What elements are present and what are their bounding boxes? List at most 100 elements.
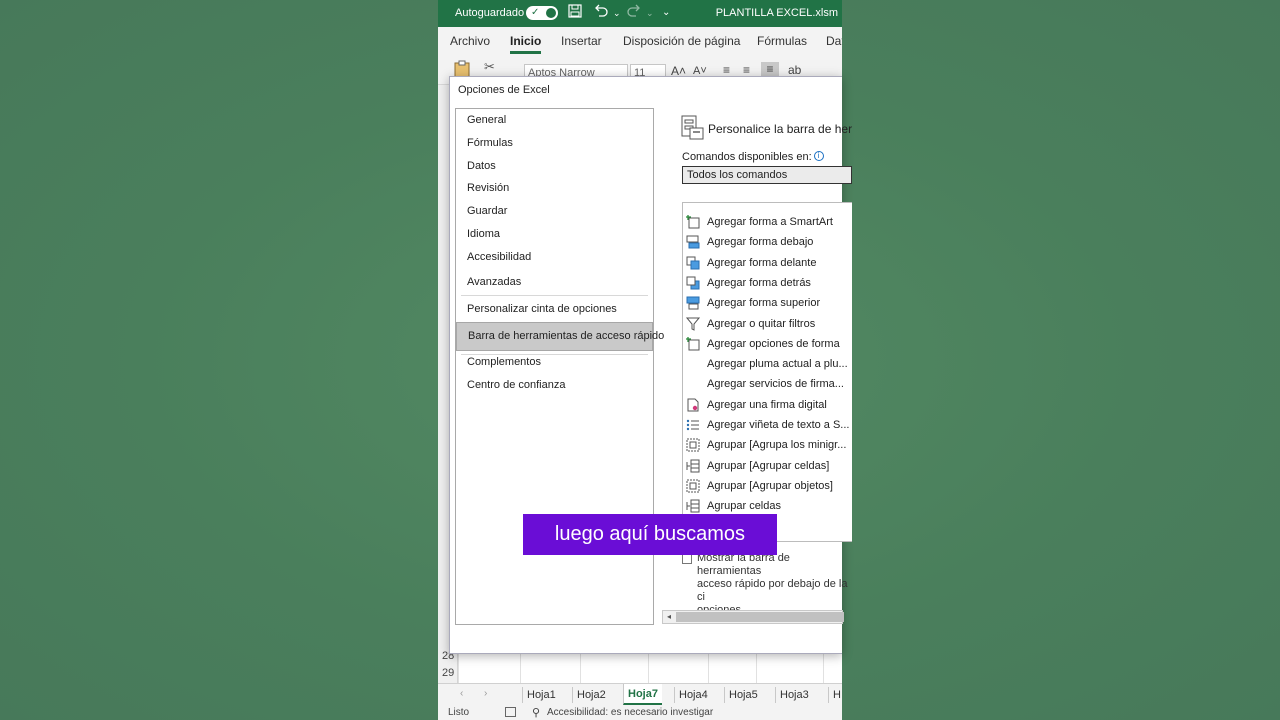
command-item[interactable]: Agregar o quitar filtros bbox=[683, 314, 852, 334]
command-label: Agrupar [Agrupar objetos] bbox=[707, 479, 833, 492]
command-item[interactable]: Agregar opciones de forma bbox=[683, 334, 852, 354]
title-bar: Autoguardado ✓ ⌄ ⌄ ⌄ PLANTILLA EXCEL.xls… bbox=[438, 0, 842, 27]
command-item[interactable]: Agregar forma a SmartArt bbox=[683, 212, 852, 232]
status-ready: Listo bbox=[448, 707, 470, 718]
sheet-tabs-bar: ‹ › Hoja1 Hoja2 Hoja7 Hoja4 Hoja5 Hoja3 … bbox=[438, 683, 842, 705]
video-caption: luego aquí buscamos bbox=[523, 514, 777, 555]
dialog-title: Opciones de Excel bbox=[458, 84, 550, 96]
sheet-tab-hoja2[interactable]: Hoja2 bbox=[572, 687, 610, 703]
bullet-list-icon bbox=[686, 418, 700, 432]
command-item[interactable]: Agrupar [Agrupar objetos] bbox=[683, 476, 852, 496]
info-icon[interactable]: i bbox=[813, 151, 824, 161]
add-shape-icon bbox=[686, 336, 700, 351]
show-below-label: Mostrar la barra de herramientas acceso … bbox=[697, 552, 848, 616]
nav-barra-acceso-rapido[interactable]: Barra de herramientas de acceso rápido bbox=[456, 322, 664, 351]
command-label: Agrupar [Agrupar celdas] bbox=[707, 459, 830, 472]
prev-sheet-icon[interactable]: ‹ bbox=[460, 688, 463, 699]
add-shape-icon bbox=[686, 215, 700, 229]
tab-datos[interactable]: Dat bbox=[826, 34, 842, 48]
command-item[interactable]: Agregar pluma actual a plu... bbox=[683, 354, 852, 374]
redo-dropdown-icon[interactable]: ⌄ bbox=[646, 4, 654, 22]
grid-line bbox=[458, 650, 459, 683]
nav-formulas[interactable]: Fórmulas bbox=[456, 132, 653, 154]
command-label: Agregar viñeta de texto a S... bbox=[707, 419, 850, 431]
nav-datos[interactable]: Datos bbox=[456, 155, 653, 177]
tab-formulas[interactable]: Fórmulas bbox=[757, 34, 807, 48]
command-item[interactable]: Agregar forma detrás bbox=[683, 273, 852, 293]
nav-personalizar-cinta[interactable]: Personalizar cinta de opciones bbox=[456, 298, 653, 320]
command-item[interactable]: Agregar forma superior bbox=[683, 293, 852, 313]
commands-available-text: Comandos disponibles en: bbox=[682, 151, 812, 163]
commands-list[interactable]: Agregar forma a SmartArt Agregar forma de… bbox=[682, 202, 852, 542]
nav-idioma[interactable]: Idioma bbox=[456, 223, 653, 245]
commands-dropdown[interactable]: Todos los comandos bbox=[682, 166, 852, 184]
command-item[interactable]: Agregar una firma digital bbox=[683, 395, 852, 415]
macro-record-icon[interactable] bbox=[505, 707, 516, 717]
sheet-tab-hoja5[interactable]: Hoja5 bbox=[724, 687, 762, 703]
orientation-icon[interactable]: ab bbox=[788, 63, 801, 77]
group-icon bbox=[686, 438, 700, 452]
accessibility-status[interactable]: Accesibilidad: es necesario investigar bbox=[547, 707, 713, 718]
grid-line bbox=[520, 650, 521, 683]
nav-centro-confianza[interactable]: Centro de confianza bbox=[456, 374, 653, 396]
tab-insertar[interactable]: Insertar bbox=[561, 34, 602, 48]
qat-heading: Personalice la barra de her bbox=[708, 122, 853, 136]
nav-revision[interactable]: Revisión bbox=[456, 177, 653, 199]
redo-icon[interactable] bbox=[626, 4, 642, 22]
command-item[interactable]: Agregar forma delante bbox=[683, 253, 852, 273]
command-item[interactable]: Agregar forma debajo bbox=[683, 232, 852, 252]
next-sheet-icon[interactable]: › bbox=[484, 688, 487, 699]
nav-avanzadas[interactable]: Avanzadas bbox=[456, 271, 653, 293]
tab-disposicion[interactable]: Disposición de página bbox=[623, 34, 740, 48]
nav-guardar[interactable]: Guardar bbox=[456, 200, 653, 222]
customize-qat-icon[interactable]: ⌄ bbox=[662, 4, 670, 22]
sheet-tab-more[interactable]: H bbox=[828, 687, 842, 703]
nav-separator bbox=[461, 295, 648, 296]
group-cells-icon bbox=[686, 499, 700, 513]
sheet-tab-hoja3[interactable]: Hoja3 bbox=[775, 687, 813, 703]
command-label: Agregar o quitar filtros bbox=[707, 317, 816, 330]
accessibility-icon[interactable]: ⚲ bbox=[532, 706, 540, 719]
command-label: Agregar servicios de firma... bbox=[707, 378, 844, 391]
tab-archivo[interactable]: Archivo bbox=[450, 34, 490, 48]
shape-below-icon bbox=[686, 235, 700, 249]
grid-line bbox=[756, 650, 757, 683]
sheet-tab-hoja1[interactable]: Hoja1 bbox=[522, 687, 560, 703]
grid-line bbox=[580, 650, 581, 683]
show-below-checkbox[interactable] bbox=[682, 554, 692, 564]
grid-line bbox=[648, 650, 649, 683]
undo-dropdown-icon[interactable]: ⌄ bbox=[613, 4, 621, 22]
nav-accesibilidad[interactable]: Accesibilidad bbox=[456, 246, 653, 268]
sheet-tab-hoja7[interactable]: Hoja7 bbox=[623, 684, 662, 705]
file-name: PLANTILLA EXCEL.xlsm bbox=[715, 7, 838, 19]
scrollbar-thumb[interactable] bbox=[676, 612, 844, 622]
scroll-left-icon[interactable]: ◂ bbox=[664, 611, 674, 623]
save-icon[interactable] bbox=[568, 4, 582, 22]
sheet-tab-hoja4[interactable]: Hoja4 bbox=[674, 687, 712, 703]
command-label: Agregar forma delante bbox=[707, 256, 817, 269]
command-item[interactable]: Agrupar [Agrupa los minigr... bbox=[683, 435, 852, 455]
tab-inicio[interactable]: Inicio bbox=[510, 34, 542, 54]
cut-icon[interactable]: ✂ bbox=[484, 59, 495, 75]
group-icon bbox=[686, 479, 700, 493]
command-item[interactable]: Agregar viñeta de texto a S... bbox=[683, 415, 852, 435]
horizontal-scrollbar[interactable]: ◂ bbox=[662, 610, 844, 624]
align-top-icon[interactable]: ≡ bbox=[723, 63, 730, 77]
command-item[interactable]: Agrupar [Agrupar celdas] bbox=[683, 456, 852, 476]
command-item[interactable]: Agregar servicios de firma... bbox=[683, 374, 852, 394]
command-label: Agregar forma debajo bbox=[707, 236, 814, 249]
status-bar: Listo ⚲ Accesibilidad: es necesario inve… bbox=[438, 705, 842, 720]
signature-icon bbox=[686, 398, 700, 412]
command-label: Agregar forma a SmartArt bbox=[707, 216, 833, 228]
autosave-toggle[interactable]: ✓ bbox=[526, 6, 558, 20]
nav-complementos[interactable]: Complementos bbox=[456, 351, 653, 373]
qat-icon bbox=[681, 115, 705, 141]
undo-icon[interactable] bbox=[593, 4, 609, 22]
toggle-knob bbox=[546, 8, 556, 18]
check-icon: ✓ bbox=[531, 7, 540, 18]
shape-front-icon bbox=[686, 256, 700, 270]
row-number[interactable]: 29 bbox=[442, 667, 458, 679]
align-middle-icon[interactable]: ≡ bbox=[743, 63, 750, 77]
nav-general[interactable]: General bbox=[456, 109, 653, 131]
commands-available-label: Comandos disponibles en: i bbox=[682, 151, 824, 163]
